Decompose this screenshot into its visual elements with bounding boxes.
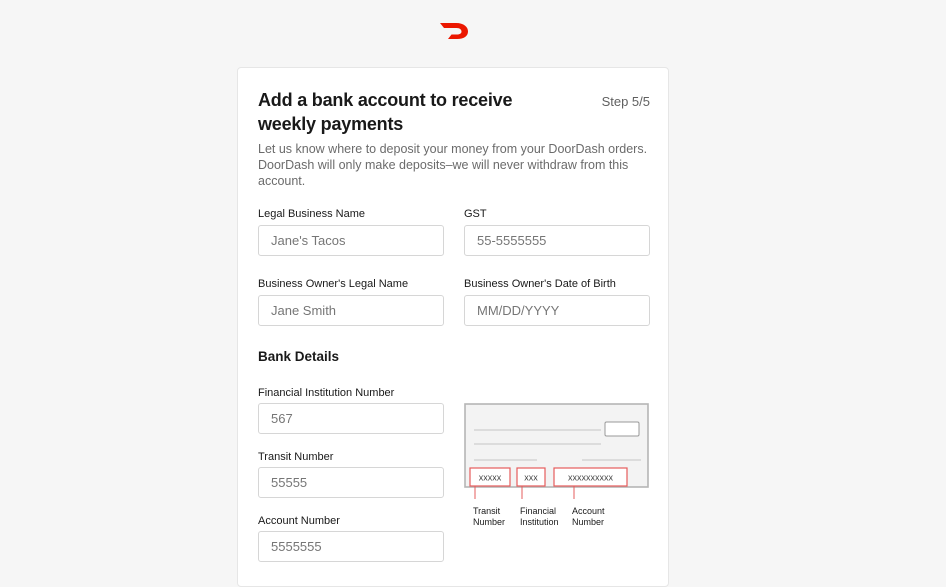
account-number-label: Account Number [258,515,340,527]
institution-code-text: xxx [524,473,538,483]
transit-number-label: Transit Number [258,451,334,463]
account-code-text: xxxxxxxxxx [568,473,614,483]
owner-legal-name-input[interactable] [258,295,444,326]
transit-caption-line1: Transit [473,506,501,516]
transit-code-text: xxxxx [479,473,502,483]
step-indicator: Step 5/5 [601,94,650,109]
account-number-input[interactable] [258,531,444,562]
owner-dob-input[interactable] [464,295,650,326]
legal-business-name-input[interactable] [258,225,444,256]
gst-label: GST [464,208,487,220]
bank-details-heading: Bank Details [258,349,340,364]
financial-institution-number-label: Financial Institution Number [258,387,395,399]
owner-legal-name-label: Business Owner's Legal Name [258,278,409,290]
page-description: Let us know where to deposit your money … [258,142,648,188]
account-caption-line2: Number [572,517,604,527]
bank-account-card: Add a bank account to receive weekly pay… [237,67,669,587]
gst-input[interactable] [464,225,650,256]
transit-number-input[interactable] [258,467,444,498]
institution-caption-line1: Financial [520,506,556,516]
doordash-logo-icon[interactable] [439,21,469,41]
financial-institution-number-input[interactable] [258,403,444,434]
page-title: Add a bank account to receive weekly pay… [258,90,513,134]
legal-business-name-label: Legal Business Name [258,208,366,220]
institution-caption-line2: Institution [520,517,559,527]
cheque-diagram: xxxxx xxx xxxxxxxxxx Transit Number Fina… [464,403,649,527]
owner-dob-label: Business Owner's Date of Birth [464,278,616,290]
transit-caption-line2: Number [473,517,505,527]
cheque-amount-box [604,421,640,437]
account-caption-line1: Account [572,506,605,516]
